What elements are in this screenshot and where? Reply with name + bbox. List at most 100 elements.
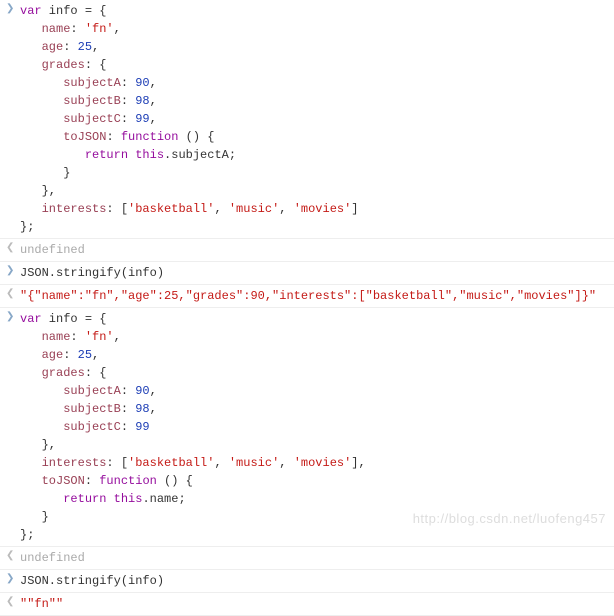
code-token: 99 [135,112,149,126]
code-token: : [121,76,135,90]
code-token: 'music' [229,202,279,216]
output-prompt-icon [6,595,14,610]
code-token: 'fn' [85,22,114,36]
code-token: : [121,402,135,416]
console-output-entry: undefined [0,239,614,262]
code-token: undefined [20,551,85,565]
code-token: info = { [42,4,107,18]
code-token: , [150,112,157,126]
code-token: : [121,420,135,434]
code-token: subjectB [63,94,121,108]
code-line: return this.subjectA; [20,146,614,164]
code-line: "{"name":"fn","age":25,"grades":90,"inte… [20,287,614,305]
output-prompt-icon [6,241,14,256]
code-token: : [63,348,77,362]
code-token: 'music' [229,456,279,470]
output-prompt-icon [6,287,14,302]
code-token: JSON.stringify(info) [20,266,164,280]
code-token: , [150,384,157,398]
code-token: 'basketball' [128,202,214,216]
code-token: .subjectA; [164,148,236,162]
code-line: subjectA: 90, [20,74,614,92]
input-prompt-icon [6,572,14,587]
code-token: "{"name":"fn","age":25,"grades":90,"inte… [20,289,596,303]
code-token: 'movies' [294,202,352,216]
code-token: : [70,330,84,344]
code-token: age [42,40,64,54]
code-token: toJSON [42,474,85,488]
code-token: : [85,474,99,488]
code-token: 25 [78,40,92,54]
code-token: : [121,384,135,398]
code-token: }; [20,528,34,542]
code-line: age: 25, [20,38,614,56]
code-token: } [42,510,49,524]
code-token: subjectA [63,76,121,90]
code-line: }; [20,218,614,236]
code-token: interests [42,456,107,470]
code-line: var info = { [20,310,614,328]
code-token: subjectC [63,112,121,126]
code-token: : [70,22,84,36]
code-token: interests [42,202,107,216]
code-token: , [92,40,99,54]
code-token: subjectB [63,402,121,416]
code-token: JSON.stringify(info) [20,574,164,588]
code-token: : [63,40,77,54]
code-token: : [121,112,135,126]
code-token: grades [42,366,85,380]
code-line: undefined [20,549,614,567]
code-token: , [114,330,121,344]
code-line: toJSON: function () { [20,472,614,490]
code-line: }, [20,182,614,200]
code-token: .name; [142,492,185,506]
code-token: , [114,22,121,36]
code-token: info = { [42,312,107,326]
code-token: : [106,130,120,144]
code-token: ], [351,456,365,470]
code-token: : { [85,58,107,72]
code-token: : [ [106,202,128,216]
code-token: function [99,474,157,488]
code-token: : { [85,366,107,380]
code-token: 'fn' [85,330,114,344]
code-token: , [150,402,157,416]
console-input-entry: JSON.stringify(info) [0,570,614,593]
code-token: }; [20,220,34,234]
code-token: } [63,166,70,180]
console-output-entry: undefined [0,547,614,570]
code-token: undefined [20,243,85,257]
code-line: JSON.stringify(info) [20,264,614,282]
input-prompt-icon [6,310,14,325]
code-token: function [121,130,179,144]
code-token: toJSON [63,130,106,144]
code-token: ""fn"" [20,597,63,611]
code-token: var [20,312,42,326]
code-token: name [42,330,71,344]
code-token: var [20,4,42,18]
code-line: grades: { [20,56,614,74]
code-line: }, [20,436,614,454]
code-line: subjectB: 98, [20,92,614,110]
code-line: subjectC: 99 [20,418,614,436]
code-token: 98 [135,402,149,416]
code-line: toJSON: function () { [20,128,614,146]
console-input-entry: var info = { name: 'fn', age: 25, grades… [0,0,614,239]
code-token: return [85,148,128,162]
code-line: JSON.stringify(info) [20,572,614,590]
code-token: , [150,94,157,108]
code-token: grades [42,58,85,72]
code-token: 90 [135,384,149,398]
code-line: subjectC: 99, [20,110,614,128]
code-line: var info = { [20,2,614,20]
code-token: , [214,456,228,470]
code-line: subjectA: 90, [20,382,614,400]
code-line: name: 'fn', [20,328,614,346]
code-token: , [92,348,99,362]
code-token: , [150,76,157,90]
code-token: subjectA [63,384,121,398]
code-token: , [214,202,228,216]
code-token: return [63,492,106,506]
code-token: name [42,22,71,36]
code-line: interests: ['basketball', 'music', 'movi… [20,454,614,472]
